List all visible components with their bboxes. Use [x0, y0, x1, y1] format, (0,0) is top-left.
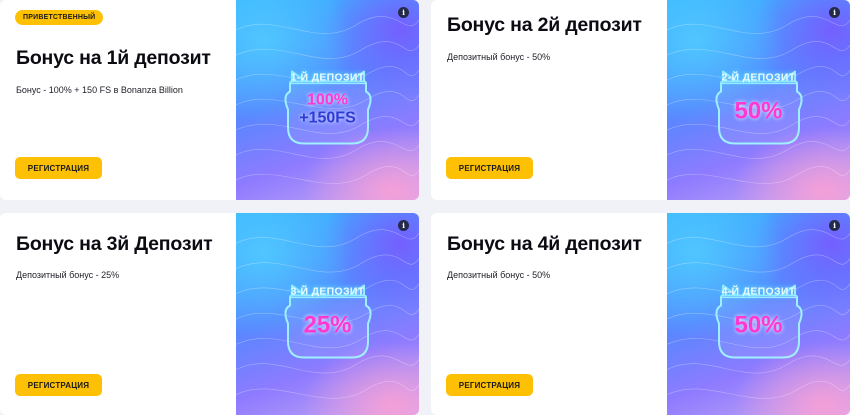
card-description: Депозитный бонус - 50%: [447, 52, 551, 62]
promo-value: 25%: [303, 311, 352, 339]
card-description: Бонус - 100% + 150 FS в Bonanza Billion: [16, 85, 183, 95]
card-text-column: Приветственный Бонус на 1й депозит Бонус…: [0, 0, 236, 200]
promo-value: 50%: [734, 97, 783, 125]
neon-cat-frame: 1-Й ДЕПОЗИТ 100% +150FS: [282, 66, 374, 148]
promo-label: 3-Й ДЕПОЗИТ: [290, 285, 365, 298]
promo-label: 2-Й ДЕПОЗИТ: [721, 71, 796, 84]
card-text-column: Бонус на 4й депозит Депозитный бонус - 5…: [431, 213, 667, 415]
promo-value-secondary: +150FS: [299, 109, 356, 127]
card-title: Бонус на 1й депозит: [16, 47, 211, 69]
card-title: Бонус на 4й депозит: [447, 233, 642, 255]
neon-cat-frame: 2-Й ДЕПОЗИТ 50%: [713, 66, 805, 148]
neon-cat-frame: 4-Й ДЕПОЗИТ 50%: [713, 280, 805, 362]
card-title: Бонус на 3й Депозит: [16, 233, 213, 255]
card-description: Депозитный бонус - 25%: [16, 270, 120, 280]
info-icon[interactable]: i: [398, 220, 409, 231]
bonus-card-1: Приветственный Бонус на 1й депозит Бонус…: [0, 0, 419, 200]
info-icon[interactable]: i: [829, 220, 840, 231]
promo-image: 1-Й ДЕПОЗИТ 100% +150FS i: [236, 0, 419, 200]
card-title: Бонус на 2й депозит: [447, 14, 642, 36]
bonus-card-2: Бонус на 2й депозит Депозитный бонус - 5…: [431, 0, 850, 200]
register-button[interactable]: Регистрация: [446, 374, 533, 396]
info-icon[interactable]: i: [398, 7, 409, 18]
bonus-card-3: Бонус на 3й Депозит Депозитный бонус - 2…: [0, 213, 419, 415]
info-icon[interactable]: i: [829, 7, 840, 18]
promo-value: 50%: [734, 311, 783, 339]
register-button[interactable]: Регистрация: [15, 374, 102, 396]
card-text-column: Бонус на 2й депозит Депозитный бонус - 5…: [431, 0, 667, 200]
promo-value: 100%: [307, 91, 348, 109]
welcome-badge: Приветственный: [15, 10, 104, 25]
card-text-column: Бонус на 3й Депозит Депозитный бонус - 2…: [0, 213, 236, 415]
promo-label: 4-Й ДЕПОЗИТ: [721, 285, 796, 298]
register-button[interactable]: Регистрация: [446, 157, 533, 179]
neon-cat-frame: 3-Й ДЕПОЗИТ 25%: [282, 280, 374, 362]
card-description: Депозитный бонус - 50%: [447, 270, 551, 280]
promo-image: 3-Й ДЕПОЗИТ 25% i: [236, 213, 419, 415]
promo-image: 2-Й ДЕПОЗИТ 50% i: [667, 0, 850, 200]
promo-image: 4-Й ДЕПОЗИТ 50% i: [667, 213, 850, 415]
promo-label: 1-Й ДЕПОЗИТ: [290, 71, 365, 84]
bonus-card-4: Бонус на 4й депозит Депозитный бонус - 5…: [431, 213, 850, 415]
register-button[interactable]: Регистрация: [15, 157, 102, 179]
